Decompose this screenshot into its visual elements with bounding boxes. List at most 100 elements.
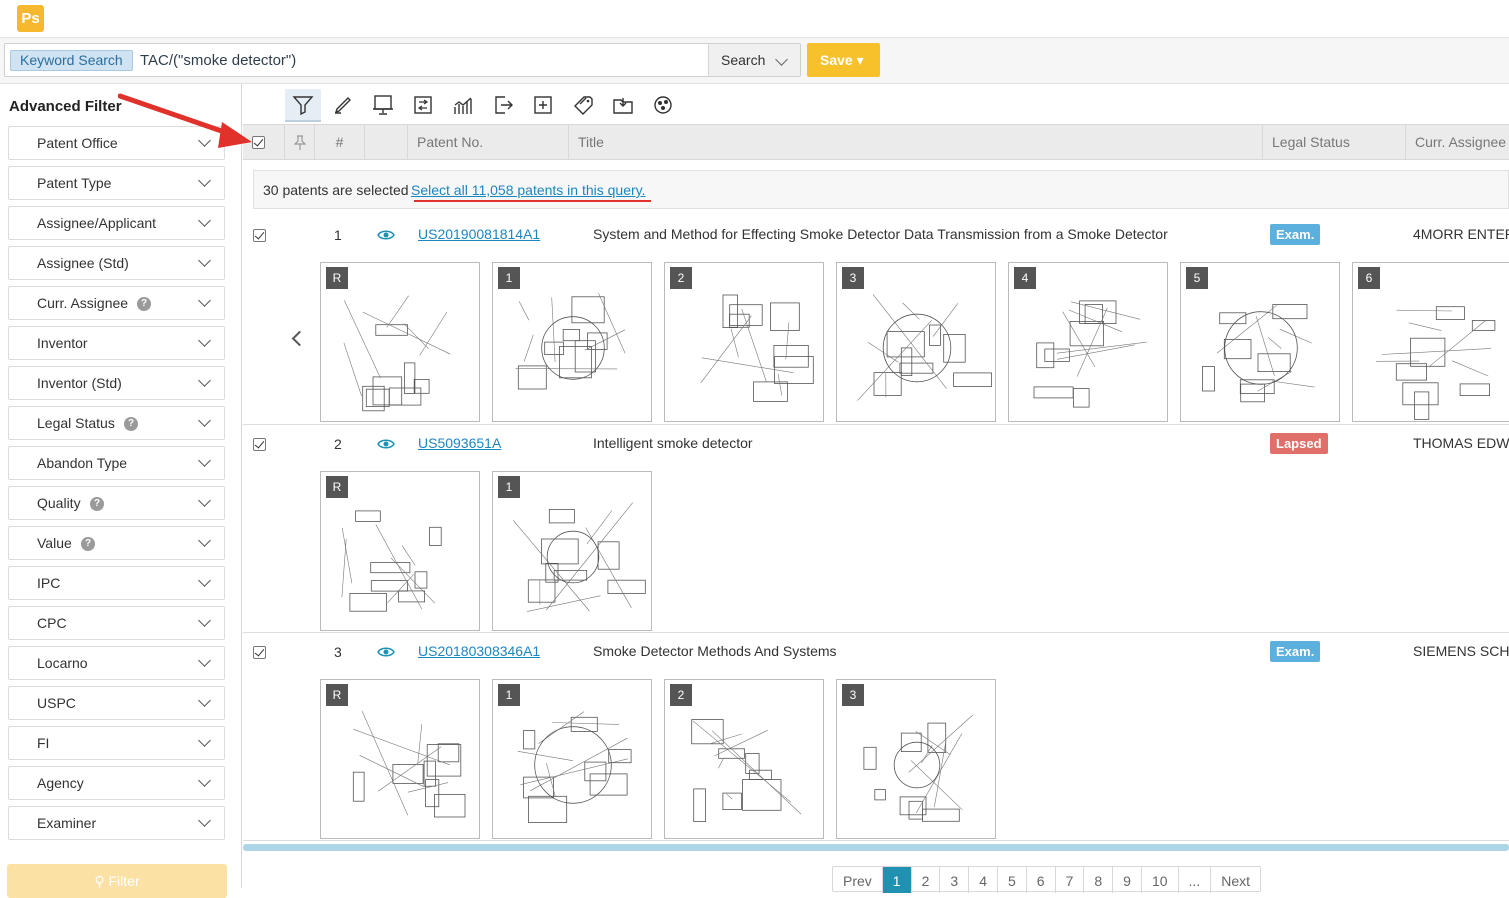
- filter-item-uspc[interactable]: USPC: [8, 686, 225, 720]
- eye-icon[interactable]: [377, 228, 395, 244]
- filter-item-quality[interactable]: Quality?: [8, 486, 225, 520]
- filter-button[interactable]: ⚲ Filter: [7, 864, 227, 898]
- patent-number-link[interactable]: US20180308346A1: [418, 643, 540, 659]
- filter-item-fi[interactable]: FI: [8, 726, 225, 760]
- patent-figure-thumbnail[interactable]: 6: [1352, 262, 1509, 422]
- page-7-button[interactable]: 7: [1056, 867, 1085, 893]
- patent-figure-thumbnail[interactable]: 4: [1008, 262, 1168, 422]
- patent-figure-thumbnail[interactable]: R: [320, 679, 480, 839]
- search-box[interactable]: Keyword Search TAC/("smoke detector") Se…: [4, 43, 801, 77]
- page-6-button[interactable]: 6: [1027, 867, 1056, 893]
- annotation-underline: [414, 200, 651, 202]
- page-3-button[interactable]: 3: [940, 867, 969, 893]
- horizontal-scrollbar[interactable]: [243, 844, 1509, 851]
- keyword-search-tag[interactable]: Keyword Search: [10, 50, 133, 71]
- page-4-button[interactable]: 4: [969, 867, 998, 893]
- save-to-folder-icon[interactable]: [605, 89, 641, 122]
- compare-icon[interactable]: [405, 89, 441, 122]
- table-row[interactable]: 2 US5093651A Intelligent smoke detector …: [243, 425, 1509, 633]
- patent-figure-thumbnail[interactable]: 3: [836, 262, 996, 422]
- search-row: Keyword Search TAC/("smoke detector") Se…: [0, 38, 1509, 84]
- patent-figure-thumbnail[interactable]: 1: [492, 679, 652, 839]
- patent-figure-thumbnail[interactable]: 3: [836, 679, 996, 839]
- row-checkbox[interactable]: [253, 438, 266, 451]
- search-query[interactable]: TAC/("smoke detector"): [140, 52, 296, 69]
- help-icon[interactable]: ?: [124, 417, 138, 431]
- eye-icon[interactable]: [377, 645, 395, 661]
- presentation-view-icon[interactable]: [365, 89, 401, 122]
- save-button[interactable]: Save ▾: [807, 43, 880, 77]
- patent-number-link[interactable]: US5093651A: [418, 435, 501, 451]
- filter-item-ipc[interactable]: IPC: [8, 566, 225, 600]
- filter-item-agency[interactable]: Agency: [8, 766, 225, 800]
- patent-figure-thumbnail[interactable]: 1: [492, 262, 652, 422]
- filter-item-abandon-type[interactable]: Abandon Type: [8, 446, 225, 480]
- patent-title[interactable]: System and Method for Effecting Smoke De…: [593, 226, 1168, 242]
- patent-figure-thumbnail[interactable]: 5: [1180, 262, 1340, 422]
- patent-figure-thumbnail[interactable]: 2: [664, 679, 824, 839]
- filter-item-label: Assignee/Applicant: [37, 215, 156, 231]
- filter-icon[interactable]: [285, 89, 321, 122]
- filter-item-examiner[interactable]: Examiner: [8, 806, 225, 840]
- row-checkbox[interactable]: [253, 646, 266, 659]
- filter-item-cpc[interactable]: CPC: [8, 606, 225, 640]
- column-header-assignee[interactable]: Curr. Assignee: [1406, 125, 1509, 160]
- export-icon[interactable]: [485, 89, 521, 122]
- next-page-button[interactable]: Next: [1211, 867, 1260, 893]
- figure-tag: 2: [670, 684, 692, 706]
- filter-item-label: Legal Status: [37, 415, 115, 431]
- filter-item-curr-assignee[interactable]: Curr. Assignee?: [8, 286, 225, 320]
- page-8-button[interactable]: 8: [1084, 867, 1113, 893]
- help-icon[interactable]: ?: [137, 297, 151, 311]
- table-row[interactable]: 1 US20190081814A1 System and Method for …: [243, 216, 1509, 425]
- search-button[interactable]: Search: [708, 44, 800, 76]
- tag-icon[interactable]: [565, 89, 601, 122]
- highlight-pen-icon[interactable]: [325, 89, 361, 122]
- page-1-button[interactable]: 1: [883, 867, 912, 893]
- patent-figure-thumbnail[interactable]: R: [320, 471, 480, 631]
- select-all-link[interactable]: Select all 11,058 patents in this query.: [411, 182, 646, 198]
- help-icon[interactable]: ?: [90, 497, 104, 511]
- app-logo[interactable]: Ps: [17, 5, 44, 32]
- add-icon[interactable]: [525, 89, 561, 122]
- eye-icon[interactable]: [377, 437, 395, 453]
- filter-item-inventor[interactable]: Inventor: [8, 326, 225, 360]
- current-assignee: THOMAS EDWARD: [1413, 435, 1509, 451]
- top-bar: Ps: [0, 0, 1509, 38]
- column-header-title[interactable]: Title: [569, 125, 1263, 160]
- filter-item-label: Curr. Assignee: [37, 295, 128, 311]
- prev-page-button[interactable]: Prev: [833, 867, 883, 893]
- filter-item-label: IPC: [37, 575, 60, 591]
- analytics-chart-icon[interactable]: [445, 89, 481, 122]
- patent-figure-thumbnail[interactable]: R: [320, 262, 480, 422]
- filter-item-patent-type[interactable]: Patent Type: [8, 166, 225, 200]
- page-ellipsis-button[interactable]: ...: [1179, 867, 1212, 893]
- row-number: 3: [334, 644, 342, 660]
- patent-title[interactable]: Smoke Detector Methods And Systems: [593, 643, 837, 659]
- page-10-button[interactable]: 10: [1142, 867, 1179, 893]
- column-header-legal-status[interactable]: Legal Status: [1263, 125, 1406, 160]
- patent-number-link[interactable]: US20190081814A1: [418, 226, 540, 242]
- chevron-down-icon: [198, 414, 211, 427]
- table-row[interactable]: 3 US20180308346A1 Smoke Detector Methods…: [243, 633, 1509, 841]
- chevron-down-icon: [198, 694, 211, 707]
- row-checkbox[interactable]: [253, 229, 266, 242]
- help-icon[interactable]: ?: [81, 537, 95, 551]
- filter-item-legal-status[interactable]: Legal Status?: [8, 406, 225, 440]
- filter-item-assignee-std[interactable]: Assignee (Std): [8, 246, 225, 280]
- filter-item-label: Inventor (Std): [37, 375, 122, 391]
- patent-figure-thumbnail[interactable]: 1: [492, 471, 652, 631]
- patent-title[interactable]: Intelligent smoke detector: [593, 435, 753, 451]
- patent-figure-thumbnail[interactable]: 2: [664, 262, 824, 422]
- filter-item-value[interactable]: Value?: [8, 526, 225, 560]
- column-header-num[interactable]: #: [315, 125, 365, 160]
- page-2-button[interactable]: 2: [912, 867, 941, 893]
- column-header-patent-no[interactable]: Patent No.: [408, 125, 569, 160]
- filter-item-assignee-applicant[interactable]: Assignee/Applicant: [8, 206, 225, 240]
- chevron-down-icon: [198, 334, 211, 347]
- page-5-button[interactable]: 5: [998, 867, 1027, 893]
- filter-item-inventor-std[interactable]: Inventor (Std): [8, 366, 225, 400]
- page-9-button[interactable]: 9: [1113, 867, 1142, 893]
- filter-item-locarno[interactable]: Locarno: [8, 646, 225, 680]
- share-icon[interactable]: [645, 89, 681, 122]
